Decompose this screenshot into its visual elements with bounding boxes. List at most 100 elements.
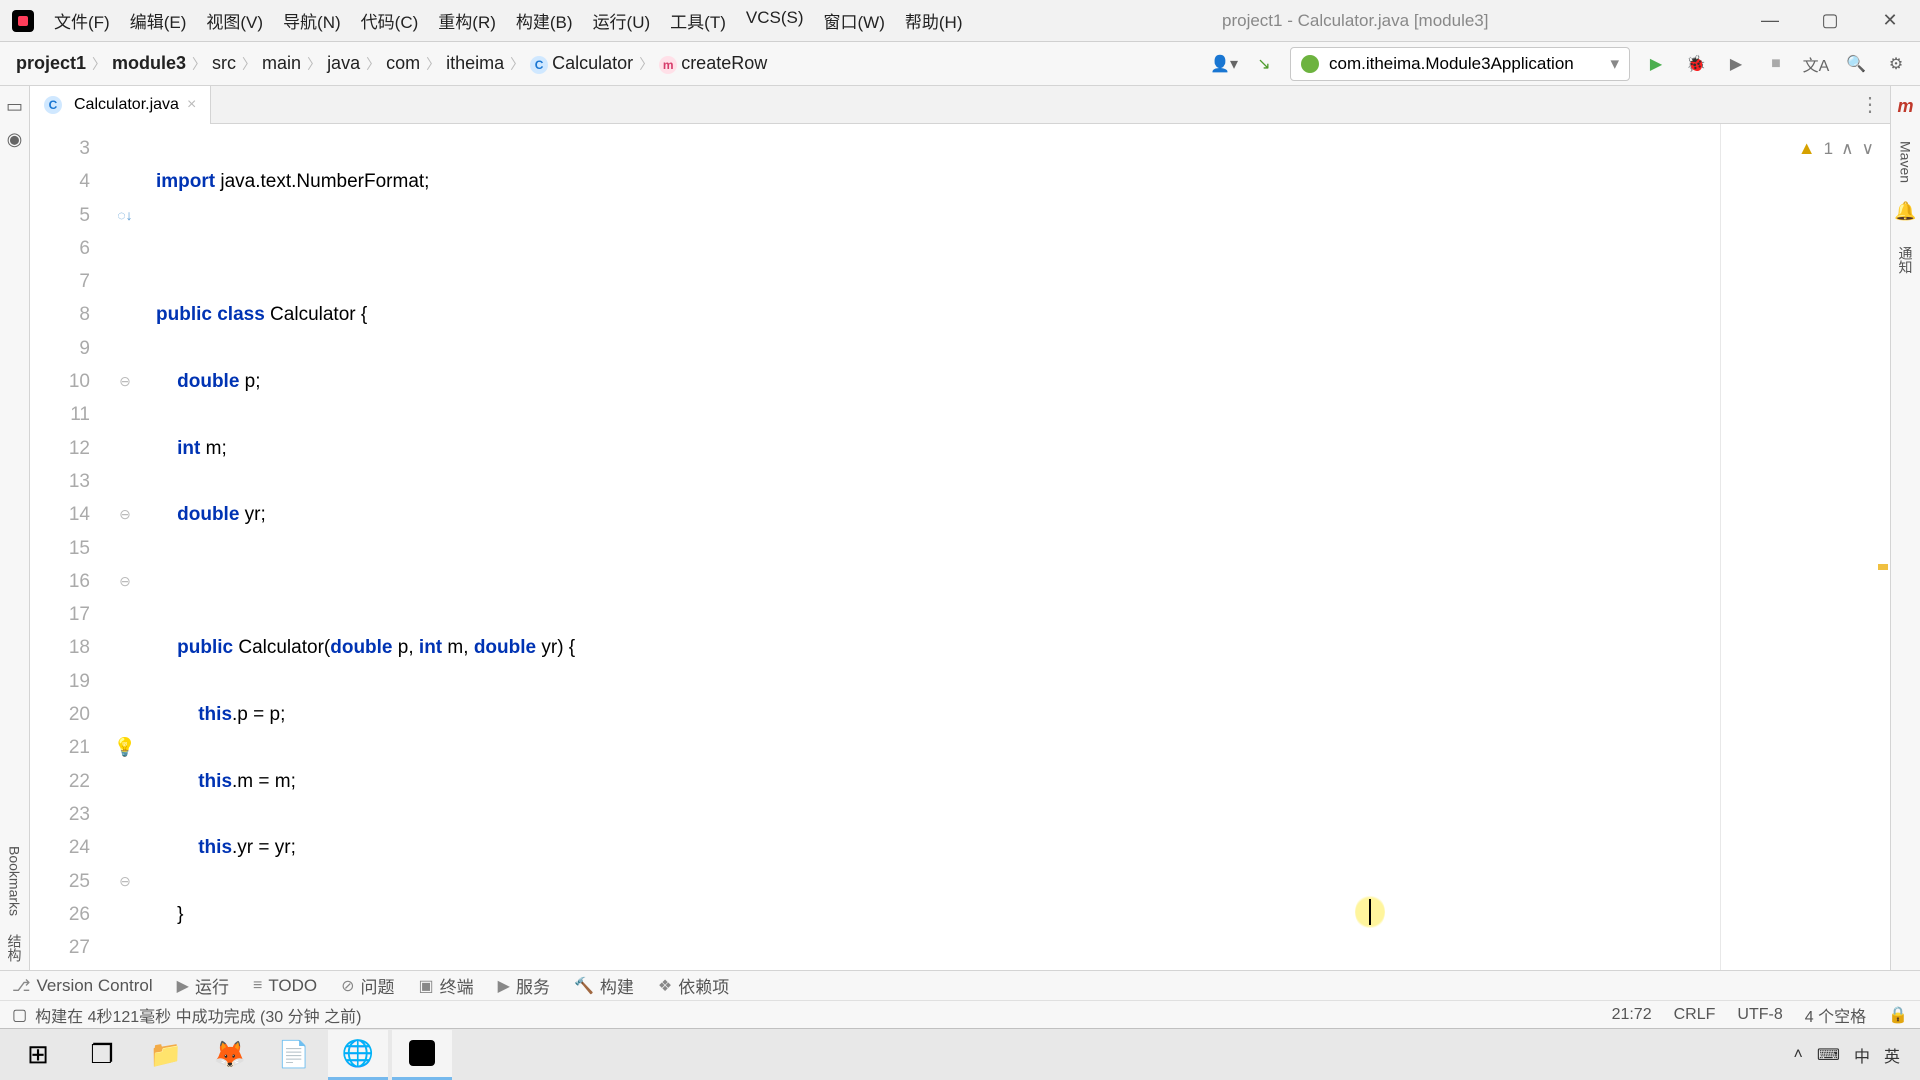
breadcrumb: project1〉 module3〉 src〉 main〉 java〉 com〉… (10, 53, 773, 74)
fold-icon[interactable]: ⊖ (119, 498, 131, 531)
build-hammer-icon[interactable]: ↘ (1250, 50, 1278, 78)
crumb-java[interactable]: java (321, 53, 366, 74)
menu-code[interactable]: 代码(C) (353, 4, 427, 37)
search-icon[interactable]: 🔍 (1842, 50, 1870, 78)
menu-edit[interactable]: 编辑(E) (122, 4, 195, 37)
text-cursor (1355, 894, 1385, 930)
status-bar: ▢ 构建在 4秒121毫秒 中成功完成 (30 分钟 之前) 21:72 CRL… (0, 1000, 1920, 1028)
window-controls: — ▢ ✕ (1740, 0, 1920, 42)
menu-vcs[interactable]: VCS(S) (738, 4, 812, 37)
main-menu: 文件(F) 编辑(E) 视图(V) 导航(N) 代码(C) 重构(R) 构建(B… (46, 4, 971, 37)
chevron-down-icon: ▾ (1610, 54, 1619, 74)
tool-problems[interactable]: ⊘问题 (341, 973, 394, 998)
crumb-class[interactable]: CCalculator (524, 53, 639, 74)
explorer-icon[interactable]: 📁 (136, 1030, 196, 1080)
tray-keyboard-icon[interactable]: ⌨ (1817, 1045, 1840, 1065)
file-encoding[interactable]: UTF-8 (1737, 1006, 1782, 1024)
title-bar: 文件(F) 编辑(E) 视图(V) 导航(N) 代码(C) 重构(R) 构建(B… (0, 0, 1920, 42)
warning-count: 1 (1824, 132, 1833, 165)
code-editor[interactable]: 3456789101112131415161718192021222324252… (30, 124, 1890, 972)
status-quick-icon[interactable]: ▢ (12, 1005, 27, 1025)
menu-file[interactable]: 文件(F) (46, 4, 118, 37)
inspections-widget[interactable]: ▲ 1 ∧ ∨ (1798, 132, 1874, 165)
bookmarks-tool[interactable]: Bookmarks (7, 846, 23, 916)
window-title: project1 - Calculator.java [module3] (971, 11, 1741, 31)
run-config-selector[interactable]: com.itheima.Module3Application ▾ (1290, 47, 1630, 81)
crumb-src[interactable]: src (206, 53, 242, 74)
translate-icon[interactable]: 文A (1802, 50, 1830, 78)
error-stripe-mark[interactable] (1878, 564, 1888, 570)
ime-indicator-2[interactable]: 英 (1884, 1043, 1900, 1067)
commit-tool-icon[interactable]: ◉ (7, 129, 23, 150)
debug-button[interactable]: 🐞 (1682, 50, 1710, 78)
intention-bulb-icon[interactable]: 💡 (114, 731, 136, 764)
crumb-main[interactable]: main (256, 53, 307, 74)
menu-build[interactable]: 构建(B) (508, 4, 581, 37)
next-highlight-icon[interactable]: ∨ (1862, 132, 1874, 165)
menu-navigate[interactable]: 导航(N) (275, 4, 349, 37)
structure-tool[interactable]: 结构 (5, 934, 25, 962)
code-content[interactable]: import java.text.NumberFormat; public cl… (150, 124, 1890, 972)
line-numbers: 3456789101112131415161718192021222324252… (30, 124, 100, 972)
crumb-com[interactable]: com (380, 53, 426, 74)
warning-icon: ▲ (1798, 132, 1816, 165)
maven-tool[interactable]: Maven (1898, 141, 1914, 183)
tool-vcs[interactable]: ⎇Version Control (12, 976, 153, 996)
run-config-label: com.itheima.Module3Application (1329, 54, 1574, 74)
menu-refactor[interactable]: 重构(R) (430, 4, 504, 37)
tray-chevron-icon[interactable]: ˄ (1794, 1046, 1803, 1064)
coverage-button[interactable]: ▶ (1722, 50, 1750, 78)
tool-services[interactable]: ▶服务 (498, 973, 550, 998)
navigation-bar: project1〉 module3〉 src〉 main〉 java〉 com〉… (0, 42, 1920, 86)
tool-deps[interactable]: ❖依赖项 (658, 973, 729, 998)
readonly-lock-icon[interactable]: 🔒 (1888, 1005, 1908, 1025)
close-icon[interactable]: × (187, 96, 196, 114)
notifications-icon[interactable]: 🔔 (1894, 201, 1916, 222)
app-icon (12, 10, 34, 32)
menu-tools[interactable]: 工具(T) (662, 4, 734, 37)
editor-tabs: C Calculator.java × ⋮ (30, 86, 1890, 124)
fold-icon[interactable]: ⊖ (119, 365, 131, 398)
intellij-icon[interactable] (392, 1030, 452, 1080)
line-separator[interactable]: CRLF (1674, 1006, 1716, 1024)
edge-icon[interactable]: 🌐 (328, 1030, 388, 1080)
crumb-module[interactable]: module3 (106, 53, 192, 74)
tool-build[interactable]: 🔨构建 (574, 973, 634, 998)
run-button[interactable]: ▶ (1642, 50, 1670, 78)
system-tray: ˄ ⌨ 中 英 (1794, 1043, 1912, 1067)
fold-icon[interactable]: ⊖ (119, 565, 131, 598)
office-icon[interactable]: 📄 (264, 1030, 324, 1080)
crumb-project[interactable]: project1 (10, 53, 92, 74)
tool-terminal[interactable]: ▣终端 (419, 973, 474, 998)
caret-position[interactable]: 21:72 (1612, 1006, 1652, 1024)
crumb-method[interactable]: mcreateRow (653, 53, 773, 74)
tool-run[interactable]: ▶运行 (177, 973, 229, 998)
maximize-button[interactable]: ▢ (1800, 0, 1860, 42)
stop-button[interactable]: ■ (1762, 50, 1790, 78)
editor-area: C Calculator.java × ⋮ 345678910111213141… (30, 86, 1890, 972)
indent-setting[interactable]: 4 个空格 (1805, 1003, 1866, 1027)
right-margin-line (1720, 124, 1721, 972)
prev-highlight-icon[interactable]: ∧ (1841, 132, 1853, 165)
override-icon[interactable]: ◌↓ (117, 199, 132, 232)
tab-calculator[interactable]: C Calculator.java × (30, 86, 211, 124)
start-button[interactable]: ⊞ (8, 1030, 68, 1080)
menu-view[interactable]: 视图(V) (198, 4, 271, 37)
notifications-tool[interactable]: 通知 (1896, 246, 1916, 274)
fold-icon[interactable]: ⊖ (119, 865, 131, 898)
ime-indicator-1[interactable]: 中 (1854, 1043, 1870, 1067)
firefox-icon[interactable]: 🦊 (200, 1030, 260, 1080)
tool-todo[interactable]: ≡TODO (253, 976, 317, 996)
project-tool-icon[interactable]: ▭ (6, 96, 23, 117)
menu-run[interactable]: 运行(U) (585, 4, 659, 37)
menu-window[interactable]: 窗口(W) (816, 4, 893, 37)
tab-label: Calculator.java (74, 96, 179, 114)
crumb-pkg[interactable]: itheima (440, 53, 510, 74)
task-view-icon[interactable]: ❐ (72, 1030, 132, 1080)
close-button[interactable]: ✕ (1860, 0, 1920, 42)
settings-icon[interactable]: ⚙ (1882, 50, 1910, 78)
tabs-more-icon[interactable]: ⋮ (1850, 92, 1890, 117)
minimize-button[interactable]: — (1740, 0, 1800, 42)
user-icon[interactable]: 👤▾ (1210, 50, 1238, 78)
menu-help[interactable]: 帮助(H) (897, 4, 971, 37)
